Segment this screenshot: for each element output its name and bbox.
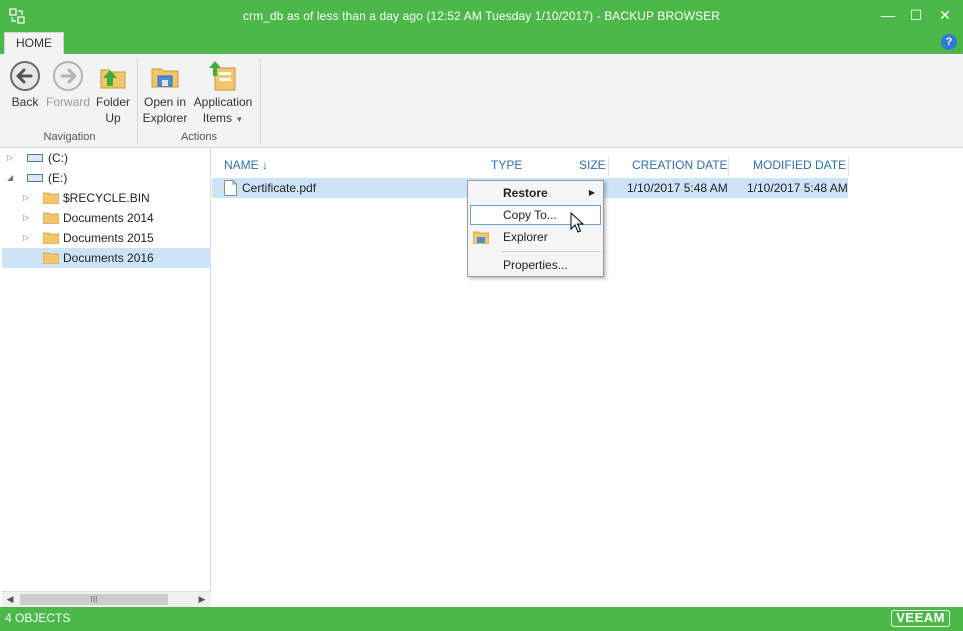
folder-tree: ▷ (C:) ◢ (E:) ▷ $RECYCLE.BIN ▷ Documents… — [2, 148, 211, 592]
column-divider — [608, 156, 609, 176]
scroll-thumb[interactable]: III — [20, 594, 168, 605]
help-icon[interactable]: ? — [941, 34, 957, 50]
column-header-creation-date[interactable]: CREATION DATE — [632, 158, 728, 172]
tree-item-label: Documents 2014 — [63, 211, 154, 225]
app-items-label-1: Application — [193, 95, 253, 109]
open-in-explorer-button[interactable]: Open in Explorer — [142, 60, 188, 126]
column-header-modified-date[interactable]: MODIFIED DATE — [753, 158, 846, 172]
pdf-file-icon — [224, 180, 237, 196]
back-label: Back — [11, 95, 39, 109]
tree-item-documents-2014[interactable]: ▷ Documents 2014 — [23, 208, 211, 228]
folder-icon — [43, 192, 59, 204]
application-items-icon — [209, 61, 236, 91]
column-divider — [848, 156, 849, 176]
column-header-size[interactable]: SIZE — [579, 158, 606, 172]
sort-arrow-icon: ↓ — [262, 158, 269, 172]
navigation-group-label: Navigation — [43, 131, 96, 143]
object-count: 4 OBJECTS — [5, 611, 71, 625]
title-bar: crm_db as of less than a day ago (12:52 … — [0, 0, 963, 32]
expand-arrow-icon[interactable]: ▷ — [23, 208, 33, 228]
folder-icon — [43, 232, 59, 244]
menu-item-explorer-label: Explorer — [503, 230, 548, 244]
folder-up-label-1: Folder — [95, 95, 130, 109]
tree-item-label: Documents 2015 — [63, 231, 154, 245]
folder-up-icon — [100, 69, 126, 89]
folder-up-button[interactable]: Folder Up — [94, 60, 132, 126]
window-title: crm_db as of less than a day ago (12:52 … — [242, 9, 721, 23]
menu-item-restore[interactable]: Restore ▶ — [470, 183, 601, 203]
minimize-button[interactable]: — — [878, 6, 898, 24]
tree-item-recycle-bin[interactable]: ▷ $RECYCLE.BIN — [23, 188, 211, 208]
app-items-label-2: Items — [202, 111, 233, 125]
open-explorer-label-2: Explorer — [142, 111, 188, 125]
ribbon: Back Forward Folder Up Navigation Open i… — [0, 54, 963, 148]
ribbon-tabs: HOME ? — [0, 32, 963, 55]
application-items-button[interactable]: Application Items ▼ — [191, 60, 255, 128]
drive-icon — [27, 173, 43, 182]
close-button[interactable]: ✕ — [935, 6, 955, 24]
folder-icon — [43, 252, 59, 264]
file-modified-date: 1/10/2017 5:48 AM — [747, 181, 848, 195]
expand-arrow-icon[interactable]: ▷ — [7, 148, 17, 168]
forward-arrow-icon — [53, 61, 83, 91]
tree-item-documents-2016[interactable]: Documents 2016 — [2, 248, 211, 268]
menu-item-properties[interactable]: Properties... — [470, 255, 601, 275]
explorer-folder-icon — [151, 68, 179, 88]
tab-home[interactable]: HOME — [4, 32, 64, 55]
forward-label: Forward — [45, 95, 90, 109]
tree-item-label: (E:) — [48, 171, 68, 185]
open-explorer-label-1: Open in — [143, 95, 187, 109]
column-header-name[interactable]: NAME ↓ — [224, 158, 268, 172]
expand-arrow-icon[interactable]: ▷ — [23, 228, 33, 248]
tree-horizontal-scrollbar[interactable]: ◀ III ▶ — [2, 591, 211, 607]
folder-up-label-2: Up — [105, 111, 121, 125]
maximize-button[interactable]: ☐ — [906, 6, 926, 24]
file-name: Certificate.pdf — [242, 181, 317, 195]
column-divider — [728, 156, 729, 176]
column-header-type[interactable]: TYPE — [491, 158, 522, 172]
menu-separator — [501, 251, 601, 252]
drive-icon — [27, 153, 43, 162]
veeam-logo: VEEAM — [891, 610, 950, 627]
tree-item-e-drive[interactable]: ◢ (E:) — [7, 168, 211, 188]
menu-item-restore-label: Restore — [503, 186, 548, 200]
back-button[interactable]: Back — [8, 60, 42, 110]
expand-arrow-icon[interactable]: ▷ — [23, 188, 33, 208]
tree-item-label: Documents 2016 — [63, 251, 154, 265]
file-creation-date: 1/10/2017 5:48 AM — [627, 181, 728, 195]
status-bar: 4 OBJECTS VEEAM — [0, 607, 963, 631]
ribbon-divider — [260, 58, 261, 144]
explorer-folder-icon — [473, 231, 489, 244]
column-header-name-label: NAME — [224, 158, 259, 172]
tree-item-documents-2015[interactable]: ▷ Documents 2015 — [23, 228, 211, 248]
folder-icon — [43, 212, 59, 224]
tree-item-label: (C:) — [48, 151, 68, 165]
collapse-arrow-icon[interactable]: ◢ — [7, 168, 17, 188]
forward-button[interactable]: Forward — [45, 60, 91, 110]
dropdown-arrow-icon: ▼ — [235, 115, 244, 124]
tree-item-c-drive[interactable]: ▷ (C:) — [7, 148, 211, 168]
scroll-left-icon[interactable]: ◀ — [2, 592, 18, 607]
scroll-right-icon[interactable]: ▶ — [194, 592, 210, 607]
back-arrow-icon — [10, 61, 40, 91]
tree-item-label: $RECYCLE.BIN — [63, 191, 150, 205]
actions-group-label: Actions — [180, 131, 218, 143]
submenu-arrow-icon: ▶ — [588, 188, 595, 197]
mouse-pointer-icon — [570, 212, 584, 233]
